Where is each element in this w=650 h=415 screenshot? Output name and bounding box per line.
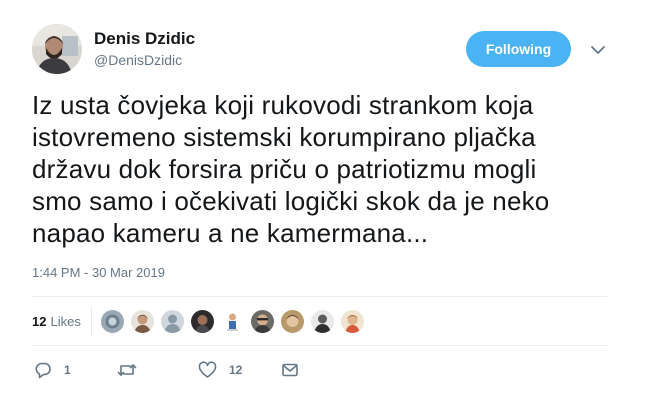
- likes-count[interactable]: 12: [32, 314, 46, 329]
- liker-avatar[interactable]: [310, 309, 334, 333]
- liker-avatar[interactable]: [220, 309, 244, 333]
- author-name[interactable]: Denis Dzidic: [94, 29, 195, 49]
- following-button[interactable]: Following: [466, 31, 571, 67]
- liker-avatar[interactable]: [190, 309, 214, 333]
- author-handle[interactable]: @DenisDzidic: [94, 52, 182, 68]
- liker-avatar[interactable]: [130, 309, 154, 333]
- divider: [90, 306, 92, 336]
- direct-message-button[interactable]: [281, 358, 299, 382]
- liker-avatar[interactable]: [280, 309, 304, 333]
- liker-avatar[interactable]: [250, 309, 274, 333]
- heart-icon: [198, 361, 217, 379]
- reply-button[interactable]: 1: [34, 358, 71, 382]
- like-button[interactable]: 12: [198, 358, 242, 382]
- author-avatar[interactable]: [32, 24, 82, 74]
- retweet-icon: [117, 361, 137, 379]
- liker-avatar[interactable]: [160, 309, 184, 333]
- liker-avatar[interactable]: [340, 309, 364, 333]
- divider: [32, 345, 607, 346]
- divider: [32, 296, 607, 297]
- liker-avatar[interactable]: [100, 309, 124, 333]
- like-count: 12: [229, 363, 243, 377]
- reply-icon: [34, 361, 52, 379]
- tweet-text: Iz usta čovjeka koji rukovodi strankom k…: [32, 90, 550, 248]
- retweet-button[interactable]: [117, 358, 149, 382]
- chevron-down-icon[interactable]: [588, 40, 608, 60]
- likes-label[interactable]: Likes: [50, 314, 80, 329]
- tweet-timestamp[interactable]: 1:44 PM - 30 Mar 2019: [32, 265, 165, 280]
- envelope-icon: [281, 361, 299, 379]
- reply-count: 1: [64, 363, 71, 377]
- tweet-card: Denis Dzidic @DenisDzidic Following Iz u…: [0, 0, 650, 415]
- likes-row: 12 Likes: [32, 306, 371, 336]
